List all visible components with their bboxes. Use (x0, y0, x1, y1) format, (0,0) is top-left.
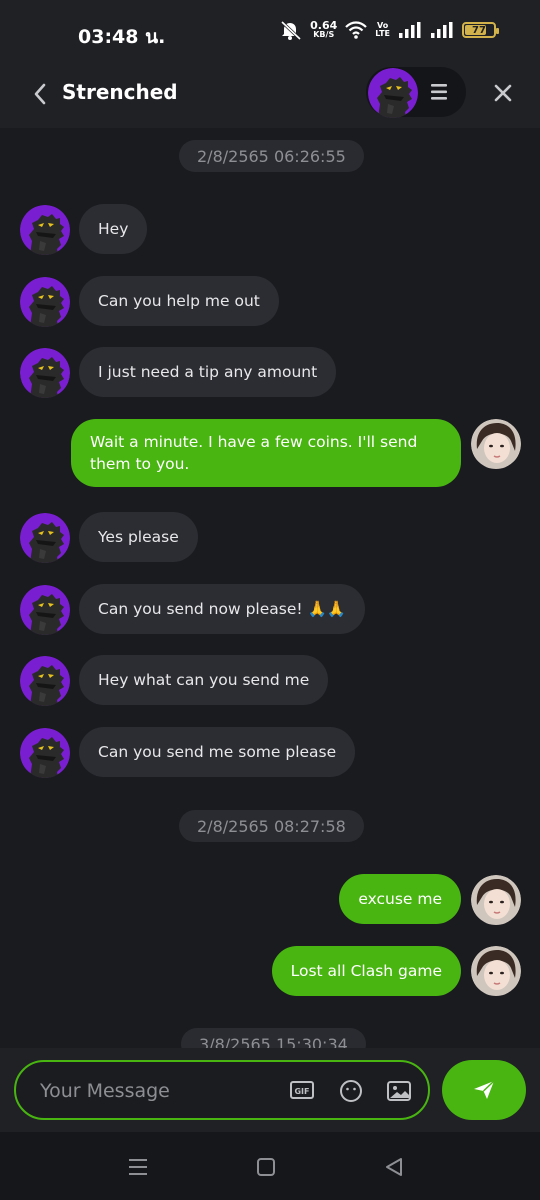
sender-avatar[interactable] (20, 513, 70, 563)
date-separator: 2/8/2565 08:27:58 (179, 810, 364, 842)
sender-avatar[interactable] (20, 205, 70, 255)
send-icon (474, 1080, 495, 1099)
chat-messages[interactable]: 2/8/2565 06:26:55 Hey Can you help me ou… (0, 128, 540, 1048)
my-avatar[interactable] (471, 419, 521, 469)
sender-avatar[interactable] (20, 277, 70, 327)
status-icons: 0.64 KB/S Vo LTE 77 (280, 19, 499, 40)
mute-notification-icon (281, 20, 302, 40)
date-separator: 2/8/2565 06:26:55 (179, 140, 364, 172)
incoming-message[interactable]: Hey what can you send me (79, 655, 329, 705)
battery-icon: 77 (462, 22, 499, 38)
network-speed-unit: KB/S (313, 30, 335, 39)
chat-title: Strenched (62, 80, 178, 104)
signal-icon (399, 22, 421, 38)
back-nav-icon[interactable] (383, 1156, 405, 1178)
volte-line2: LTE (375, 29, 390, 38)
sender-avatar[interactable] (20, 348, 70, 398)
system-nav-bar (0, 1132, 540, 1200)
incoming-message[interactable]: Yes please (79, 512, 198, 562)
network-speed: 0.64 KB/S (310, 19, 338, 39)
menu-lines-icon[interactable] (428, 80, 454, 104)
incoming-message[interactable]: Can you send now please! 🙏🙏 (79, 584, 366, 634)
signal-icon-2 (431, 22, 453, 38)
sender-avatar[interactable] (20, 656, 70, 706)
status-time: 03:48 น. (78, 26, 166, 48)
date-separator: 3/8/2565 15:30:34 (181, 1028, 366, 1048)
wifi-icon (345, 21, 368, 39)
my-avatar[interactable] (471, 946, 521, 996)
close-icon[interactable] (490, 80, 516, 106)
contact-avatar[interactable] (368, 68, 418, 118)
message-input-container[interactable]: GIF (14, 1060, 430, 1120)
gif-label: GIF (294, 1087, 309, 1096)
volte-indicator: Vo LTE (375, 22, 390, 38)
incoming-message[interactable]: Can you send me some please (79, 727, 356, 777)
send-button[interactable] (442, 1060, 526, 1120)
chat-header: Strenched (0, 60, 540, 128)
battery-level: 77 (472, 24, 486, 36)
message-input[interactable] (40, 1076, 270, 1106)
smiley-icon[interactable] (338, 1078, 364, 1104)
chevron-left-icon (34, 83, 46, 105)
home-icon[interactable] (255, 1156, 277, 1178)
incoming-message[interactable]: Hey (79, 204, 148, 254)
my-avatar[interactable] (471, 875, 521, 925)
image-icon[interactable] (386, 1078, 412, 1104)
incoming-message[interactable]: Can you help me out (79, 276, 279, 326)
back-button[interactable] (24, 78, 56, 110)
outgoing-message[interactable]: excuse me (339, 874, 461, 924)
network-speed-value: 0.64 (310, 19, 338, 32)
message-composer: GIF (0, 1048, 540, 1132)
outgoing-message[interactable]: Wait a minute. I have a few coins. I'll … (71, 419, 461, 487)
outgoing-message[interactable]: Lost all Clash game (271, 946, 461, 996)
status-bar: 03:48 น. 0.64 KB/S Vo LTE 77 (0, 0, 540, 60)
sender-avatar[interactable] (20, 585, 70, 635)
sender-avatar[interactable] (20, 728, 70, 778)
gif-icon[interactable]: GIF (290, 1079, 314, 1101)
recent-apps-icon[interactable] (127, 1156, 149, 1178)
incoming-message[interactable]: I just need a tip any amount (79, 347, 337, 397)
